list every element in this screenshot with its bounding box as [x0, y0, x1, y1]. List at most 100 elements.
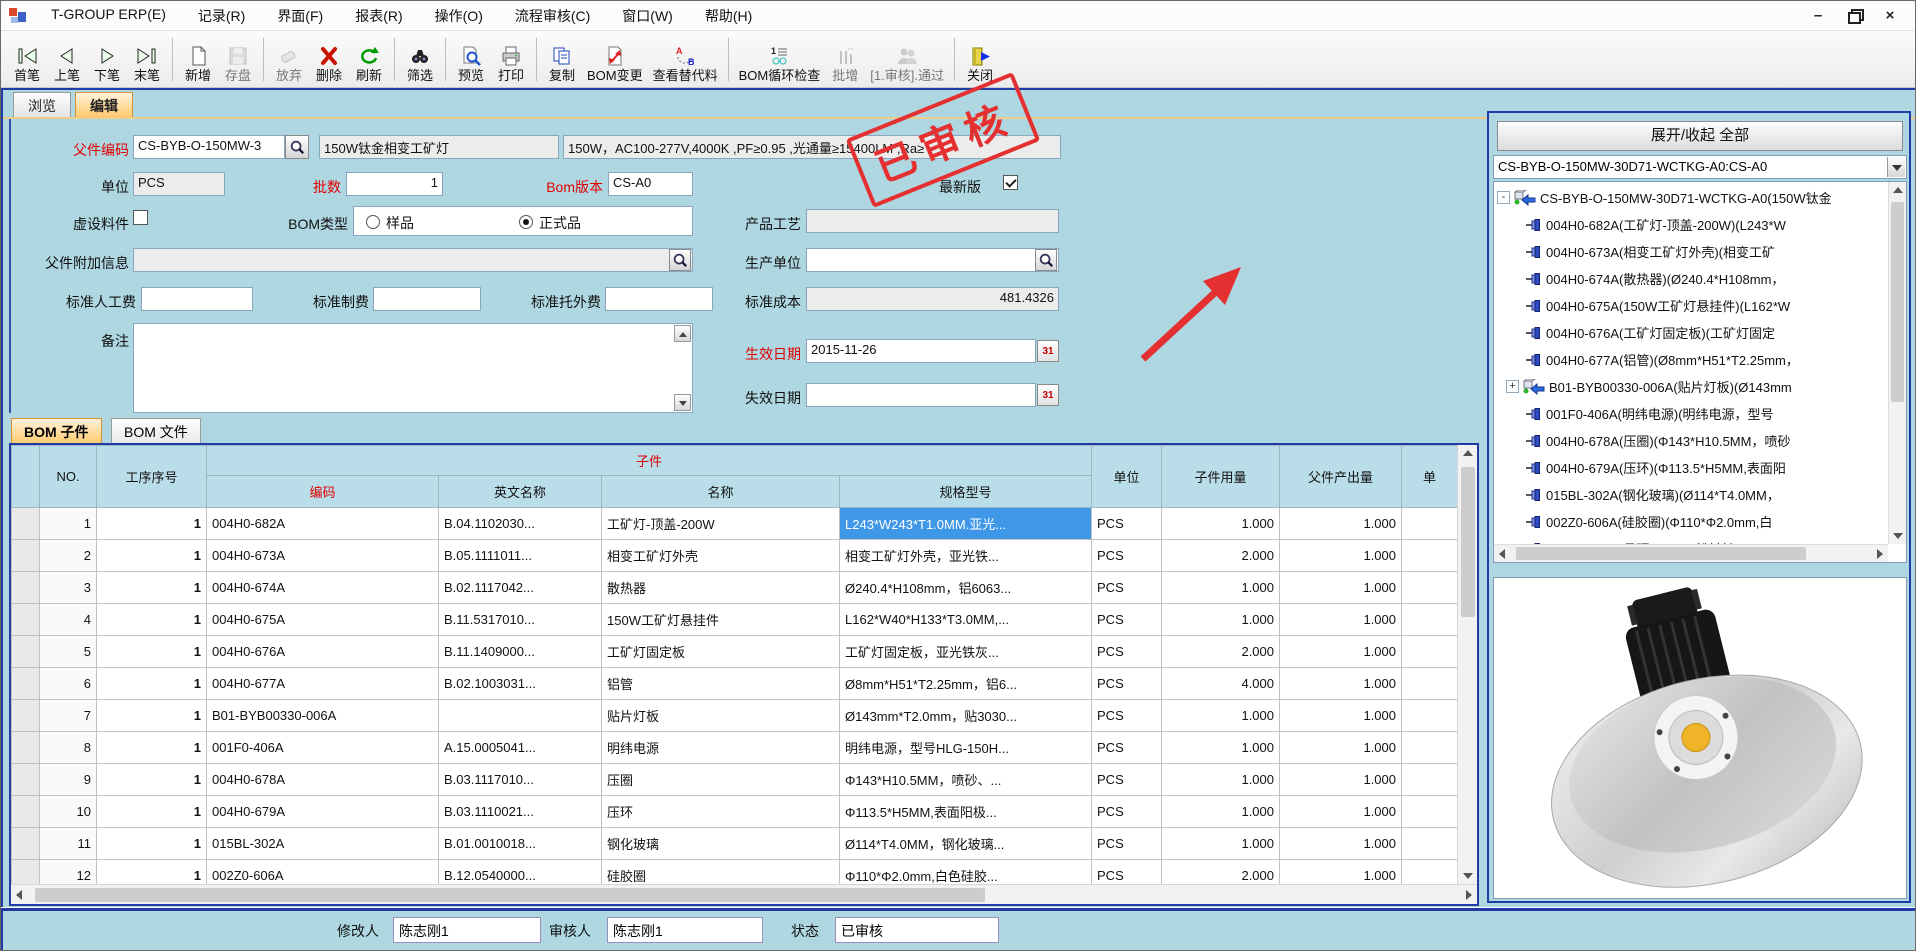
cell-name[interactable]: 工矿灯-顶盖-200W — [602, 508, 840, 540]
cell-parent-output-qty[interactable]: 1.000 — [1280, 764, 1402, 796]
header-parent-output-qty[interactable]: 父件产出量 — [1280, 446, 1402, 508]
cell-no[interactable]: 10 — [40, 796, 97, 828]
grid-horizontal-scrollbar[interactable] — [11, 884, 1477, 904]
virtual-part-checkbox[interactable] — [133, 210, 148, 225]
cell-parent-output-qty[interactable]: 1.000 — [1280, 540, 1402, 572]
cell-extra[interactable] — [1402, 796, 1457, 828]
grid-vertical-scrollbar[interactable] — [1457, 445, 1477, 884]
cell-name[interactable]: 贴片灯板 — [602, 700, 840, 732]
cell-name[interactable]: 压环 — [602, 796, 840, 828]
tree-vscroll-thumb[interactable] — [1891, 202, 1904, 402]
cell-process-seq[interactable]: 1 — [97, 508, 207, 540]
cell-unit[interactable]: PCS — [1092, 636, 1162, 668]
table-row[interactable]: 10 1 004H0-679A B.03.1110021... 压环 Φ113.… — [12, 796, 1458, 828]
cell-spec[interactable]: Φ143*H10.5MM，喷砂、... — [840, 764, 1092, 796]
batch-field[interactable]: 1 — [346, 172, 443, 196]
tree-expander-icon[interactable]: + — [1506, 380, 1519, 393]
cell-extra[interactable] — [1402, 860, 1457, 885]
cell-extra[interactable] — [1402, 700, 1457, 732]
table-row[interactable]: 4 1 004H0-675A B.11.5317010... 150W工矿灯悬挂… — [12, 604, 1458, 636]
cell-code[interactable]: 004H0-674A — [207, 572, 439, 604]
cell-no[interactable]: 3 — [40, 572, 97, 604]
cell-parent-output-qty[interactable]: 1.000 — [1280, 508, 1402, 540]
cell-code[interactable]: 004H0-679A — [207, 796, 439, 828]
cell-no[interactable]: 4 — [40, 604, 97, 636]
cell-parent-output-qty[interactable]: 1.000 — [1280, 700, 1402, 732]
cell-parent-output-qty[interactable]: 1.000 — [1280, 572, 1402, 604]
cell-name[interactable]: 硅胶圈 — [602, 860, 840, 885]
cell-unit[interactable]: PCS — [1092, 796, 1162, 828]
cell-spec[interactable]: Ø143mm*T2.0mm，贴3030... — [840, 700, 1092, 732]
delete-button[interactable]: 删除 — [309, 43, 349, 85]
cell-spec[interactable]: Ø114*T4.0MM，钢化玻璃... — [840, 828, 1092, 860]
cell-process-seq[interactable]: 1 — [97, 636, 207, 668]
cell-name[interactable]: 散热器 — [602, 572, 840, 604]
row-marker-cell[interactable] — [12, 508, 40, 540]
cell-parent-output-qty[interactable]: 1.000 — [1280, 796, 1402, 828]
last-record-button[interactable]: 末笔 — [127, 43, 167, 85]
bom-type-sample-radio[interactable] — [366, 215, 380, 229]
row-marker-cell[interactable] — [12, 860, 40, 885]
cell-process-seq[interactable]: 1 — [97, 732, 207, 764]
prod-unit-lookup-button[interactable] — [1035, 249, 1057, 271]
grid-scroll-down-button[interactable] — [1459, 866, 1477, 884]
tree-item[interactable]: 004H0-680A(吊环)(M20、铁镀锌、) — [1494, 535, 1888, 544]
tree-item[interactable]: 002Z0-606A(硅胶圈)(Φ110*Φ2.0mm,白 — [1494, 508, 1888, 535]
cell-parent-output-qty[interactable]: 1.000 — [1280, 636, 1402, 668]
tree-vertical-scrollbar[interactable] — [1888, 182, 1906, 544]
remark-textarea[interactable] — [133, 323, 693, 413]
cell-extra[interactable] — [1402, 732, 1457, 764]
cell-unit[interactable]: PCS — [1092, 540, 1162, 572]
cell-child-qty[interactable]: 2.000 — [1162, 540, 1280, 572]
tree-scroll-down-button[interactable] — [1889, 526, 1907, 544]
tree-item[interactable]: 004H0-678A(压圈)(Φ143*H10.5MM，喷砂 — [1494, 427, 1888, 454]
table-row[interactable]: 3 1 004H0-674A B.02.1117042... 散热器 Ø240.… — [12, 572, 1458, 604]
cell-code[interactable]: 004H0-673A — [207, 540, 439, 572]
cell-unit[interactable]: PCS — [1092, 668, 1162, 700]
cell-en-name[interactable]: B.11.5317010... — [439, 604, 602, 636]
cell-child-qty[interactable]: 2.000 — [1162, 636, 1280, 668]
parent-code-lookup-button[interactable] — [285, 135, 309, 159]
refresh-button[interactable]: 刷新 — [349, 43, 389, 85]
cell-code[interactable]: B01-BYB00330-006A — [207, 700, 439, 732]
menu-item[interactable]: 记录(R) — [184, 2, 259, 30]
row-marker-cell[interactable] — [12, 764, 40, 796]
header-no[interactable]: NO. — [40, 446, 97, 508]
cell-en-name[interactable]: B.12.0540000... — [439, 860, 602, 885]
first-record-button[interactable]: 首笔 — [7, 43, 47, 85]
table-row[interactable]: 1 1 004H0-682A B.04.1102030... 工矿灯-顶盖-20… — [12, 508, 1458, 540]
cell-unit[interactable]: PCS — [1092, 700, 1162, 732]
cell-spec[interactable]: 工矿灯固定板，亚光铁灰... — [840, 636, 1092, 668]
cell-extra[interactable] — [1402, 572, 1457, 604]
cell-child-qty[interactable]: 1.000 — [1162, 572, 1280, 604]
cell-parent-output-qty[interactable]: 1.000 — [1280, 732, 1402, 764]
cell-en-name[interactable]: B.05.1111011... — [439, 540, 602, 572]
cell-process-seq[interactable]: 1 — [97, 572, 207, 604]
grid-scroll-left-button[interactable] — [11, 886, 29, 904]
cell-unit[interactable]: PCS — [1092, 508, 1162, 540]
cell-spec[interactable]: 明纬电源，型号HLG-150H... — [840, 732, 1092, 764]
tree-item[interactable]: 004H0-677A(铝管)(Ø8mm*H51*T2.25mm， — [1494, 346, 1888, 373]
cell-parent-output-qty[interactable]: 1.000 — [1280, 668, 1402, 700]
bom-type-formal-radio[interactable] — [519, 215, 533, 229]
cell-extra[interactable] — [1402, 636, 1457, 668]
cell-spec[interactable]: L162*W40*H133*T3.0MM,... — [840, 604, 1092, 636]
tab-bom-files[interactable]: BOM 文件 — [111, 418, 201, 445]
row-marker-cell[interactable] — [12, 604, 40, 636]
cell-no[interactable]: 11 — [40, 828, 97, 860]
table-row[interactable]: 6 1 004H0-677A B.02.1003031... 铝管 Ø8mm*H… — [12, 668, 1458, 700]
grid-scroll-right-button[interactable] — [1459, 886, 1477, 904]
cell-name[interactable]: 150W工矿灯悬挂件 — [602, 604, 840, 636]
cell-extra[interactable] — [1402, 668, 1457, 700]
cell-unit[interactable]: PCS — [1092, 828, 1162, 860]
prod-unit-field[interactable] — [806, 248, 1059, 272]
minimize-button[interactable]: – — [1803, 5, 1833, 27]
cell-process-seq[interactable]: 1 — [97, 796, 207, 828]
bom-version-field[interactable]: CS-A0 — [608, 172, 693, 196]
cell-extra[interactable] — [1402, 828, 1457, 860]
tree-item[interactable]: 015BL-302A(钢化玻璃)(Ø114*T4.0MM， — [1494, 481, 1888, 508]
cell-spec[interactable]: Ø240.4*H108mm，铝6063... — [840, 572, 1092, 604]
cell-process-seq[interactable]: 1 — [97, 700, 207, 732]
cell-child-qty[interactable]: 1.000 — [1162, 764, 1280, 796]
table-row[interactable]: 7 1 B01-BYB00330-006A 贴片灯板 Ø143mm*T2.0mm… — [12, 700, 1458, 732]
